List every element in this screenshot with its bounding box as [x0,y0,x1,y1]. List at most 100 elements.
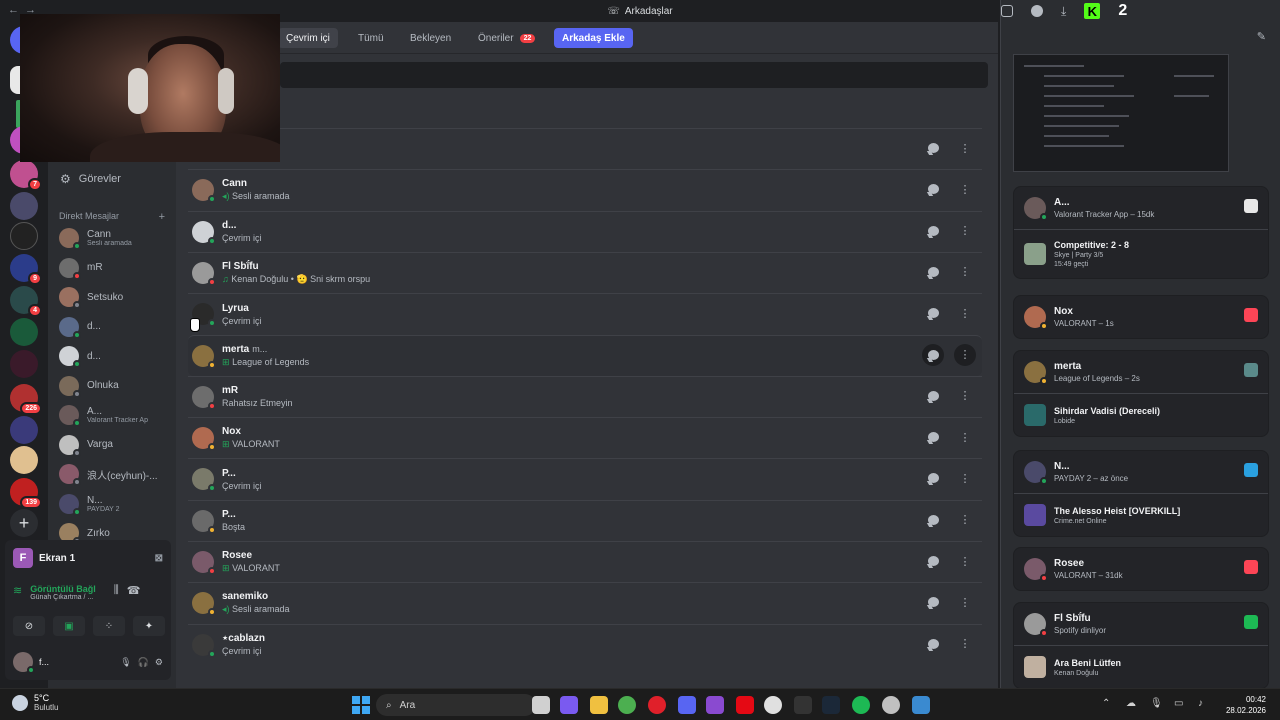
more-options-icon[interactable]: ⋮ [954,509,976,531]
message-icon[interactable] [922,343,944,366]
chrome-icon[interactable] [618,696,636,714]
activities-button[interactable]: ⁘ [93,616,125,636]
tab-suggestions[interactable]: Öneriler 22 [470,28,543,48]
spotify-icon[interactable] [852,696,870,714]
more-options-icon[interactable]: ⋮ [954,261,976,283]
server-icon-10[interactable] [10,350,38,378]
friend-row[interactable]: sanemiko ◂) Sesli aramada ⋮ [188,582,982,623]
headphones-icon[interactable]: 🎧 [138,657,149,668]
steam-icon[interactable] [822,696,840,714]
server-icon-11[interactable]: 226 [10,384,42,415]
dm-item[interactable]: Varga [59,432,169,458]
stream-preview[interactable] [1013,54,1229,172]
dm-item[interactable]: d... [59,343,169,369]
camera-off-button[interactable]: ⊘ [13,616,45,636]
activity-app-icon[interactable] [1244,560,1258,574]
settings-icon[interactable]: ⚙ [155,657,163,668]
message-icon[interactable] [922,385,944,407]
friend-row[interactable]: Nox ⊞ VALORANT ⋮ [188,417,982,458]
server-icon-8[interactable]: 4 [10,286,42,317]
add-friend-button[interactable]: Arkadaş Ekle [554,28,633,48]
chevron-up-icon[interactable]: ⌃ [1102,698,1114,710]
server-icon-4[interactable]: 7 [10,160,42,191]
soundboard-button[interactable]: ✦ [133,616,165,636]
server-icon-12[interactable] [10,416,38,444]
dm-item[interactable]: 浪人(ceyhun)-... [59,461,169,487]
more-options-icon[interactable]: ⋮ [954,137,976,159]
more-options-icon[interactable]: ⋮ [954,426,976,448]
activity-card[interactable]: Rosee VALORANT – 31dk [1013,547,1269,591]
message-icon[interactable] [922,467,944,489]
message-icon[interactable] [922,178,944,200]
friend-row[interactable]: Fl Sbḯfu ♫ Kenan Doğulu • 🫡 Sni skrm ors… [188,251,982,293]
activity-card[interactable]: Fl Sbḯfu Spotify dinliyor Ara Beni Lütfe… [1013,602,1269,689]
server-icon-5[interactable] [10,192,38,220]
more-options-icon[interactable]: ⋮ [954,178,976,200]
friend-row[interactable]: ⋆cablazn Çevrim içi ⋮ [188,623,982,665]
dm-item[interactable]: Cann Sesli aramada [59,225,169,251]
more-options-icon[interactable]: ⋮ [954,343,976,366]
tab-all[interactable]: Tümü [350,28,392,48]
taskbar-search[interactable]: ⌕ Ara [376,694,536,716]
voice-channel[interactable]: Günah Çıkartma / ... [30,594,96,601]
friend-row[interactable]: Cann ◂) Sesli aramada ⋮ [188,169,982,210]
screen-share-button[interactable]: ▣ [53,616,85,636]
friend-row[interactable]: ⋮ [188,128,982,169]
friend-row[interactable]: P... Çevrim içi ⋮ [188,458,982,499]
new-group-dm-icon[interactable]: ✎ [1257,30,1266,43]
obs-icon[interactable] [882,696,900,714]
display-icon[interactable]: ▭ [1174,698,1186,710]
friend-row[interactable]: mR Rahatsız Etmeyin ⋮ [188,375,982,417]
activity-card[interactable]: merta League of Legends – 2s Sihirdar Va… [1013,350,1269,437]
activity-app-icon[interactable] [1244,615,1258,629]
avatar[interactable] [13,652,35,674]
search-input[interactable] [280,62,988,88]
dm-item[interactable]: Olnuka [59,373,169,399]
activity-card[interactable]: N... PAYDAY 2 – az önce The Alesso Heist… [1013,450,1269,537]
dm-item[interactable]: d... [59,314,169,340]
more-options-icon[interactable]: ⋮ [954,550,976,572]
more-options-icon[interactable]: ⋮ [954,220,976,242]
friend-row[interactable]: Lyrua Çevrim içi ⋮ [188,293,982,334]
more-options-icon[interactable]: ⋮ [954,467,976,489]
message-icon[interactable] [922,509,944,531]
add-server-button[interactable]: + [10,509,38,537]
dm-item[interactable]: mR [59,255,169,281]
message-icon[interactable] [922,633,944,655]
windows-start-icon[interactable] [352,696,370,714]
server-icon-9[interactable] [10,318,38,346]
friend-row[interactable]: d... Çevrim içi ⋮ [188,210,982,252]
volume-icon[interactable]: ♪ [1198,698,1210,710]
friend-row[interactable]: merta m... ⊞ League of Legends ⋮ [188,334,982,376]
tab-pending[interactable]: Bekleyen [402,28,459,48]
server-icon-6[interactable] [10,222,38,250]
dm-item[interactable]: A... Valorant Tracker Ap [59,402,169,428]
message-icon[interactable] [922,550,944,572]
activity-app-icon[interactable] [1244,363,1258,377]
mic-icon[interactable]: 🎙 [120,657,131,668]
more-options-icon[interactable]: ⋮ [954,591,976,613]
noise-icon[interactable]: ⫼ [114,584,119,601]
message-icon[interactable] [922,220,944,242]
message-icon[interactable] [922,137,944,159]
inbox-icon[interactable] [1001,5,1013,17]
message-icon[interactable] [922,261,944,283]
disconnect-icon[interactable]: ☎ [127,584,141,601]
server-icon-13[interactable] [10,446,38,474]
cloud-sync-icon[interactable]: ☁ [1126,698,1138,710]
activity-app-icon[interactable] [1244,308,1258,322]
weather-widget[interactable]: 5°C Bulutlu [12,693,58,712]
mic-tray-icon[interactable]: 🎙 [1150,698,1163,710]
friend-row[interactable]: P... Boşta ⋮ [188,499,982,541]
activity-app-icon[interactable] [1244,199,1258,213]
tab-online[interactable]: Çevrim içi [278,28,338,48]
clock[interactable]: 00:42 28.02.2026 [1226,694,1266,716]
sidebar-item-tasks[interactable]: ⚙ Görevler [60,169,121,189]
dm-item[interactable]: Setsuko [59,284,169,310]
activity-app-icon[interactable] [1244,463,1258,477]
download-icon[interactable]: ⤓ [1061,4,1066,19]
more-options-icon[interactable]: ⋮ [954,302,976,324]
kick-logo-icon[interactable]: K [1084,3,1101,19]
close-screen-icon[interactable]: ⊠ [155,553,163,564]
discord-taskbar-icon[interactable] [678,696,696,714]
